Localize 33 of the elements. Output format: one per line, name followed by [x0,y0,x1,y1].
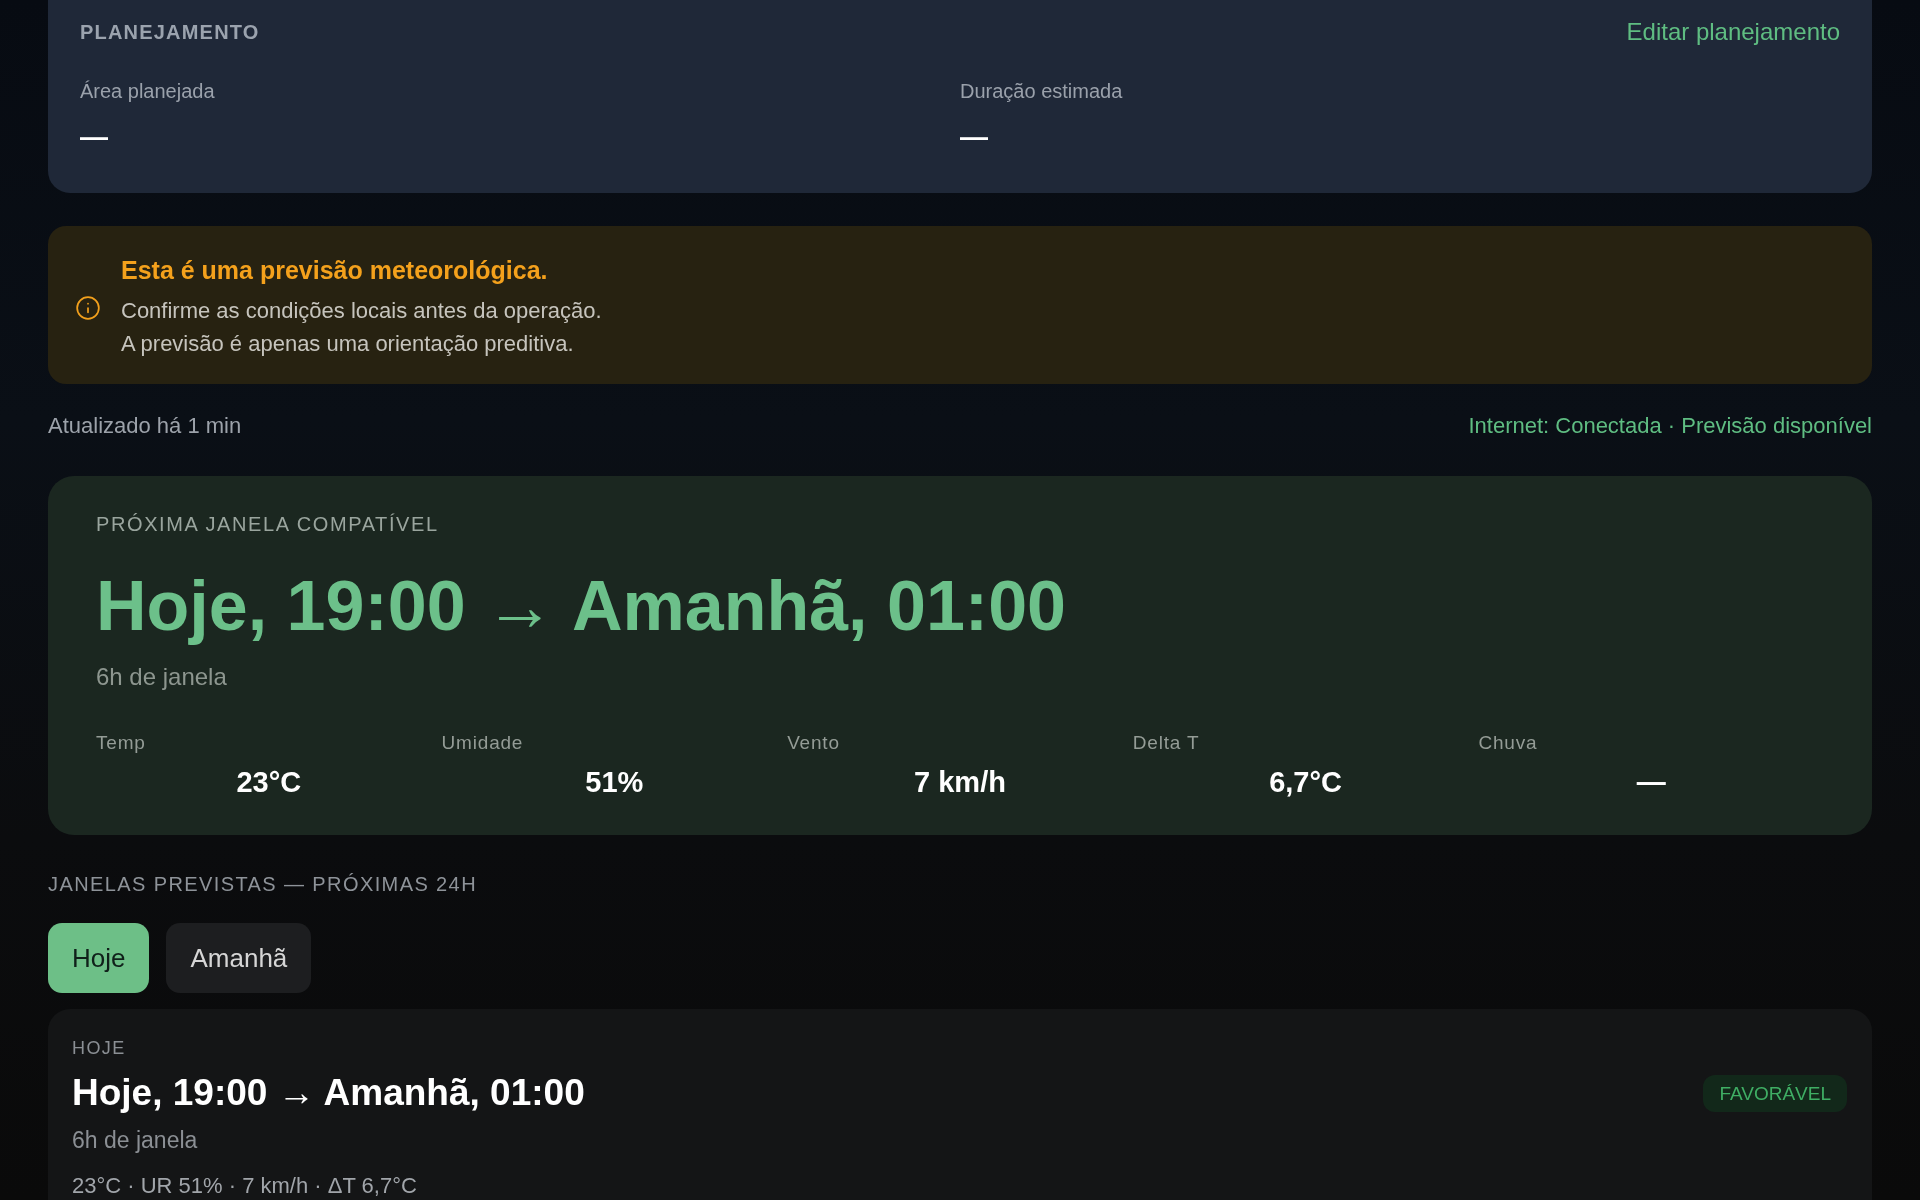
metric-label: Umidade [441,731,524,755]
next-window-range: Hoje, 19:00 → Amanhã, 01:00 [96,566,1067,646]
metric-value: 6,7°C [1269,766,1342,798]
field-label: Duração estimada [960,79,1124,104]
day-tab[interactable]: Amanhã [166,923,312,993]
field-value: — [960,121,988,153]
forecast-heading: JANELAS PREVISTAS — PRÓXIMAS 24H [48,872,477,897]
info-icon [75,294,101,321]
connection-status: Internet: Conectada · Previsão disponível [1468,412,1872,440]
field-value: — [80,121,108,153]
notice-text: Confirme as condições locais antes da operação. [121,297,602,325]
notice-text: A previsão é apenas uma orientação preditiva. [121,330,574,358]
favorable-badge: FAVORÁVEL [1703,1074,1847,1112]
window-summary: 23°C · UR 51% · 7 km/h · ΔT 6,7°C [72,1174,417,1198]
window-duration: 6h de janela [72,1126,198,1154]
metric-label: Vento [787,731,840,755]
notice-title: Esta é uma previsão meteorológica. [121,255,548,285]
edit-planning-link[interactable]: Editar planejamento [1626,18,1840,46]
metric-value: 23°C [236,766,302,798]
window-range: Hoje, 19:00 → Amanhã, 01:00 [72,1071,585,1115]
metric-label: Chuva [1478,731,1538,755]
metric-value: 51% [585,766,644,798]
metric-value: 7 km/h [914,766,1006,798]
field-label: Área planejada [80,79,216,104]
next-window-heading: PRÓXIMA JANELA COMPATÍVEL [96,512,439,537]
window-duration: 6h de janela [96,662,227,692]
day-tab[interactable]: Hoje [48,923,150,993]
metric-value: — [1636,766,1666,798]
metric-label: Temp [96,731,146,755]
window-day: HOJE [72,1037,126,1059]
metric-label: Delta T [1132,731,1200,755]
planning-title: PLANEJAMENTO [80,20,260,45]
updated-time: Atualizado há 1 min [48,412,242,440]
